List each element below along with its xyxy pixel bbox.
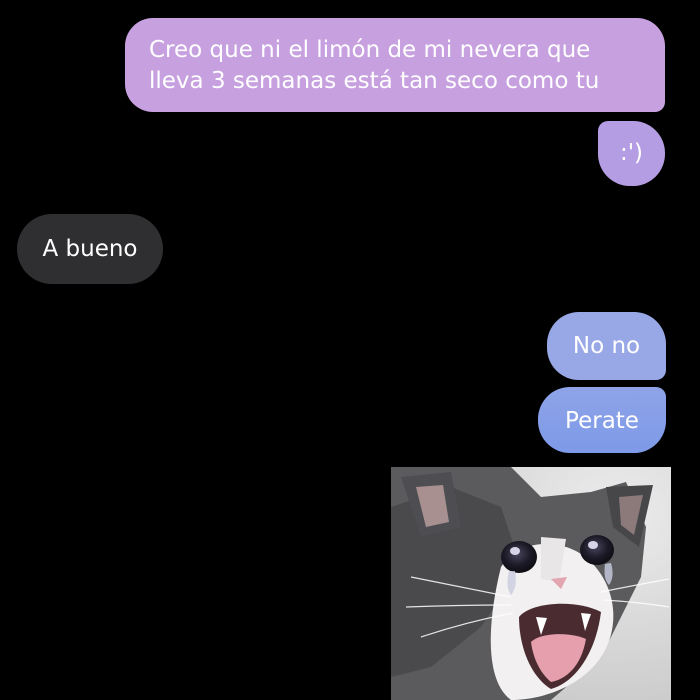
message-bubble-sent[interactable]: Perate [538,387,666,453]
message-bubble-received[interactable]: A bueno [17,214,163,284]
chat-screen: Creo que ni el limón de mi nevera que ll… [0,0,700,700]
image-attachment[interactable] [391,467,671,700]
message-bubble-sent[interactable]: No no [547,312,666,380]
message-bubble-sent[interactable]: :') [598,121,665,186]
crying-cat-image [391,467,671,700]
message-bubble-sent[interactable]: Creo que ni el limón de mi nevera que ll… [125,18,665,112]
